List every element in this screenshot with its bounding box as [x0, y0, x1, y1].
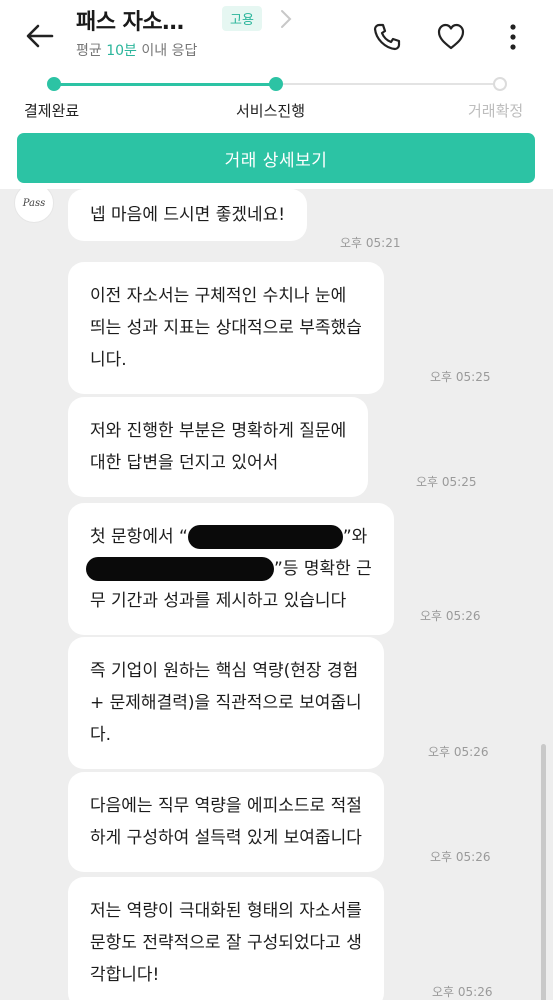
step-label-paid: 결제완료	[24, 102, 80, 120]
deal-progress: 결제완료 서비스진행 거래확정	[0, 72, 553, 128]
step-label-confirm: 거래확정	[468, 102, 524, 120]
phone-icon[interactable]	[370, 20, 404, 54]
back-arrow-icon[interactable]	[22, 18, 58, 54]
chat-area[interactable]: Pass 넵 마음에 드시면 좋겠네요! 오후 05:21 이전 자소서는 구체…	[0, 189, 553, 1000]
progress-track-pending	[276, 83, 500, 85]
message-time: 오후 05:25	[430, 370, 491, 384]
message-time: 오후 05:26	[432, 985, 493, 999]
step-label-in-progress: 서비스진행	[236, 102, 306, 120]
seller-avatar[interactable]: Pass	[14, 189, 54, 223]
message-bubble: 다음에는 직무 역량을 에피소드로 적절 하게 구성하여 설득력 있게 보여줍니…	[68, 772, 384, 872]
step-dot-confirm	[493, 77, 507, 91]
message-time: 오후 05:21	[340, 236, 401, 250]
progress-track-active	[54, 83, 276, 86]
employment-badge: 고용	[222, 6, 262, 31]
message-time: 오후 05:26	[430, 850, 491, 864]
response-time: 평균 10분 이내 응답	[76, 43, 198, 59]
more-vertical-icon[interactable]	[500, 20, 526, 54]
message-time: 오후 05:26	[420, 609, 481, 623]
message-bubble: 이전 자소서는 구체적인 수치나 눈에 띄는 성과 지표는 상대적으로 부족했습…	[68, 262, 384, 394]
step-dot-in-progress	[269, 77, 283, 91]
redacted-text	[187, 525, 343, 549]
message-bubble: 즉 기업이 원하는 핵심 역량(현장 경험 + 문제해결력)을 직관적으로 보여…	[68, 637, 384, 769]
chevron-right-icon[interactable]	[278, 8, 294, 30]
message-bubble: 첫 문항에서 “”와 ”등 명확한 근 무 기간과 성과를 제시하고 있습니다	[68, 503, 394, 635]
seller-name[interactable]: 패스 자소…	[76, 4, 184, 36]
message-time: 오후 05:26	[428, 745, 489, 759]
heart-icon[interactable]	[434, 20, 468, 54]
chat-scrollbar[interactable]	[541, 744, 546, 1000]
message-bubble: 저는 역량이 극대화된 형태의 자소서를 문항도 전략적으로 잘 구성되었다고 …	[68, 877, 384, 1000]
message-bubble: 넵 마음에 드시면 좋겠네요!	[68, 189, 308, 241]
view-deal-details-button[interactable]: 거래 상세보기	[17, 133, 535, 183]
chat-header: 패스 자소… 고용 평균 10분 이내 응답	[0, 0, 553, 72]
message-time: 오후 05:25	[416, 475, 477, 489]
redacted-text	[86, 557, 274, 581]
step-dot-paid	[47, 77, 61, 91]
message-bubble: 저와 진행한 부분은 명확하게 질문에 대한 답변을 던지고 있어서	[68, 397, 369, 497]
